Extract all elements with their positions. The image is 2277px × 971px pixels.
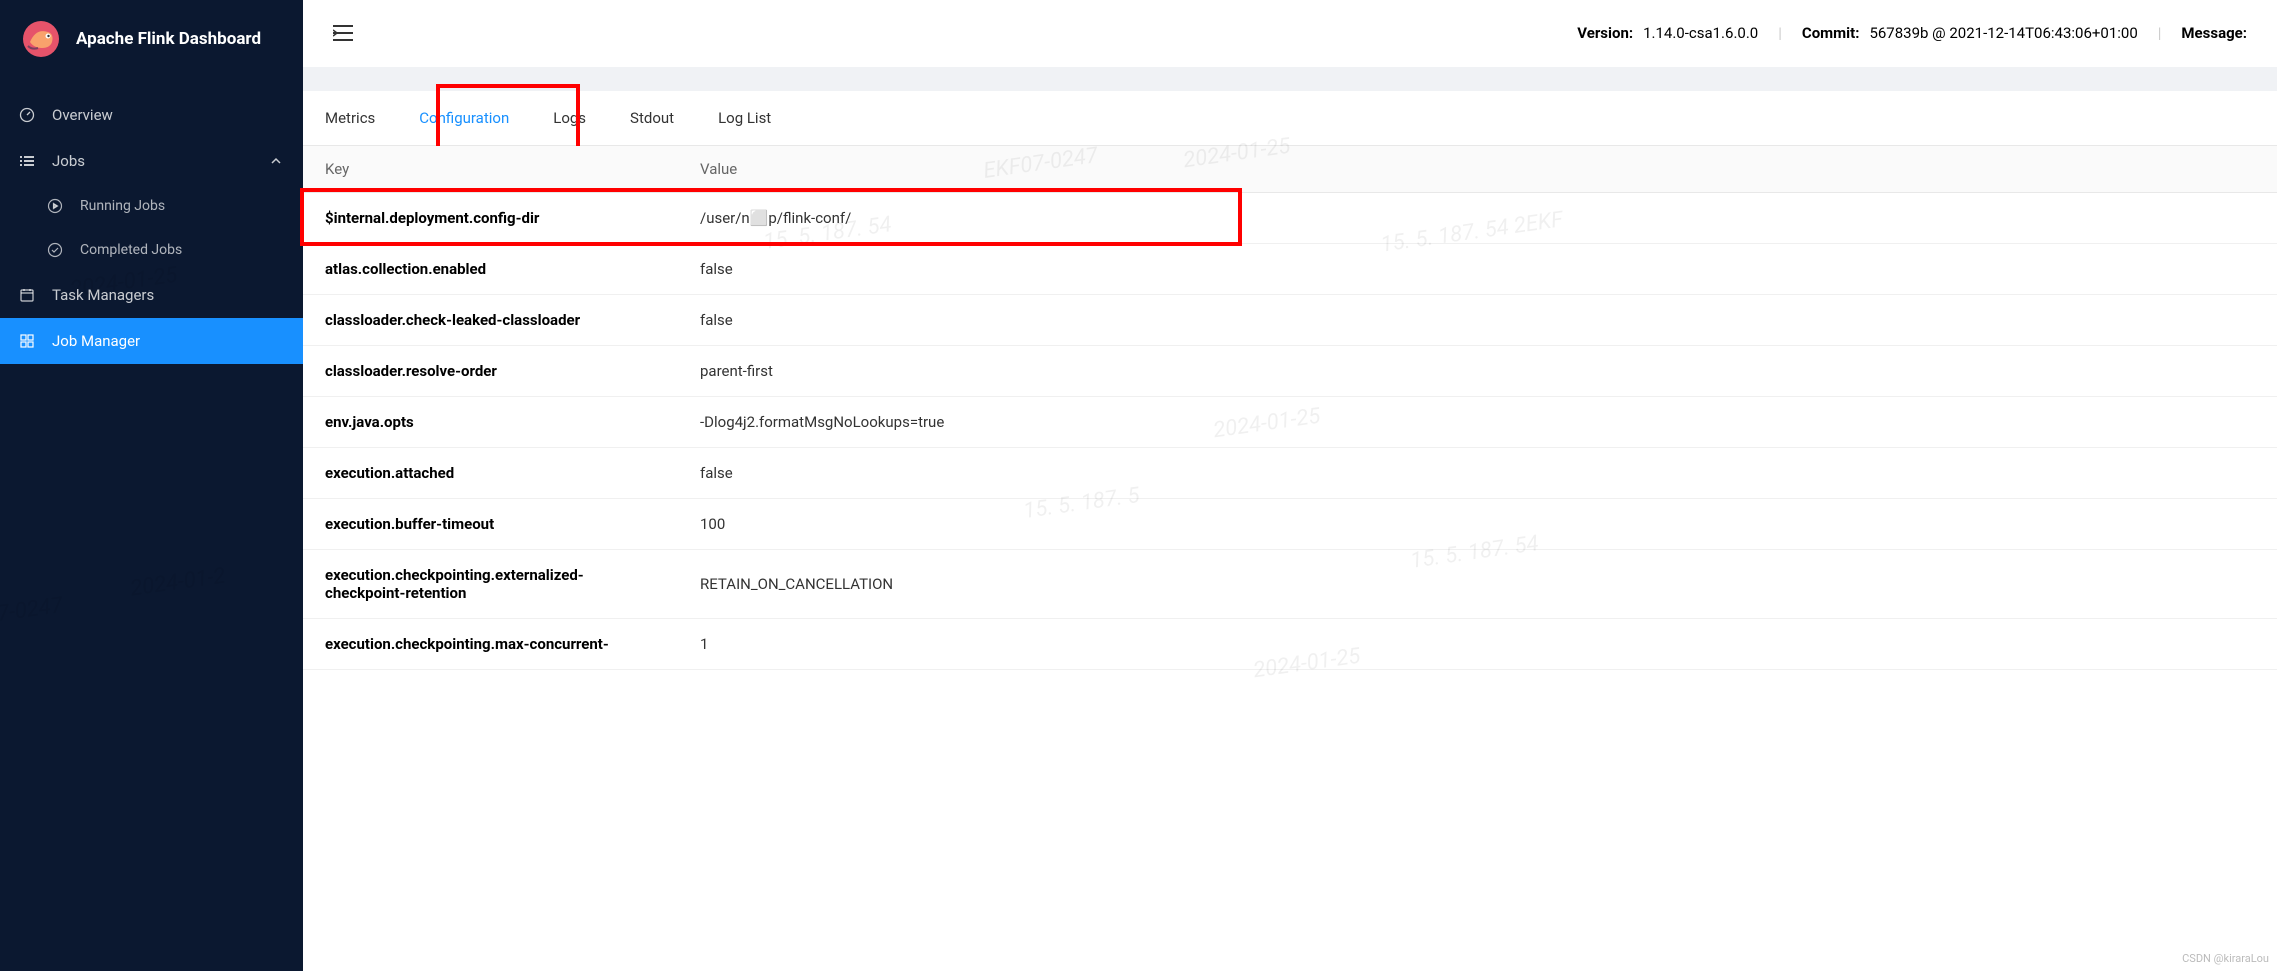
build-icon bbox=[18, 332, 36, 350]
brand-title: Apache Flink Dashboard bbox=[76, 29, 261, 49]
version-value: 1.14.0-csa1.6.0.0 bbox=[1643, 24, 1758, 42]
message-label: Message: bbox=[2181, 24, 2247, 42]
sidebar-item-job-manager[interactable]: Job Manager bbox=[0, 318, 303, 364]
config-key: execution.buffer-timeout bbox=[303, 499, 678, 550]
tabs: Metrics Configuration Logs Stdout Log Li… bbox=[303, 91, 2277, 146]
flink-logo-icon bbox=[20, 18, 62, 60]
sidebar-label: Job Manager bbox=[52, 332, 140, 350]
sidebar-label: Task Managers bbox=[52, 286, 154, 304]
content: Metrics Configuration Logs Stdout Log Li… bbox=[303, 91, 2277, 670]
sidebar-item-overview[interactable]: Overview bbox=[0, 92, 303, 138]
sidebar-label: Running Jobs bbox=[80, 198, 165, 214]
config-value: RETAIN_ON_CANCELLATION bbox=[678, 550, 2277, 619]
commit-value: 567839b @ 2021-12-14T06:43:06+01:00 bbox=[1869, 24, 2137, 42]
table-row: execution.checkpointing.max-concurrent-1 bbox=[303, 619, 2277, 670]
config-key: execution.checkpointing.externalized-che… bbox=[303, 550, 678, 619]
config-key: atlas.collection.enabled bbox=[303, 244, 678, 295]
table-row: atlas.collection.enabledfalse bbox=[303, 244, 2277, 295]
bars-icon bbox=[18, 152, 36, 170]
csdn-watermark: CSDN @kiraraLou bbox=[2182, 952, 2269, 965]
tab-log-list[interactable]: Log List bbox=[696, 91, 793, 145]
tab-metrics[interactable]: Metrics bbox=[303, 91, 397, 145]
config-table-wrap: Key Value $internal.deployment.config-di… bbox=[303, 146, 2277, 670]
chevron-up-icon bbox=[267, 152, 285, 170]
tab-configuration[interactable]: Configuration bbox=[397, 91, 531, 145]
table-row: execution.checkpointing.externalized-che… bbox=[303, 550, 2277, 619]
brand: Apache Flink Dashboard bbox=[0, 0, 303, 84]
sidebar-item-task-managers[interactable]: Task Managers bbox=[0, 272, 303, 318]
config-key: env.java.opts bbox=[303, 397, 678, 448]
config-table: Key Value $internal.deployment.config-di… bbox=[303, 146, 2277, 670]
table-row: classloader.resolve-orderparent-first bbox=[303, 346, 2277, 397]
table-row: execution.buffer-timeout100 bbox=[303, 499, 2277, 550]
separator: | bbox=[1778, 24, 1782, 42]
config-value: false bbox=[678, 244, 2277, 295]
dashboard-icon bbox=[18, 106, 36, 124]
sidebar-item-jobs[interactable]: Jobs bbox=[0, 138, 303, 184]
config-value: false bbox=[678, 448, 2277, 499]
config-key: execution.checkpointing.max-concurrent- bbox=[303, 619, 678, 670]
main: Version: 1.14.0-csa1.6.0.0 | Commit: 567… bbox=[303, 0, 2277, 971]
config-key: execution.attached bbox=[303, 448, 678, 499]
table-row: env.java.opts-Dlog4j2.formatMsgNoLookups… bbox=[303, 397, 2277, 448]
check-circle-icon bbox=[46, 241, 64, 259]
schedule-icon bbox=[18, 286, 36, 304]
separator: | bbox=[2158, 24, 2162, 42]
tab-stdout[interactable]: Stdout bbox=[608, 91, 696, 145]
sidebar-jobs-submenu: Running Jobs Completed Jobs bbox=[0, 184, 303, 272]
col-key: Key bbox=[303, 146, 678, 193]
topbar-info: Version: 1.14.0-csa1.6.0.0 | Commit: 567… bbox=[1577, 24, 2247, 42]
play-circle-icon bbox=[46, 197, 64, 215]
menu-toggle-icon[interactable] bbox=[333, 24, 353, 42]
sidebar-label: Completed Jobs bbox=[80, 242, 182, 258]
config-key: $internal.deployment.config-dir bbox=[303, 193, 678, 244]
nav: Overview Jobs Running Jobs bbox=[0, 84, 303, 364]
config-value: 100 bbox=[678, 499, 2277, 550]
table-row: execution.attachedfalse bbox=[303, 448, 2277, 499]
config-value: /user/n⬜p/flink-conf/ bbox=[678, 193, 2277, 244]
sidebar-label: Jobs bbox=[52, 152, 85, 170]
commit-label: Commit: bbox=[1802, 24, 1860, 42]
sidebar-item-running-jobs[interactable]: Running Jobs bbox=[28, 184, 303, 228]
tab-logs[interactable]: Logs bbox=[531, 91, 608, 145]
config-value: parent-first bbox=[678, 346, 2277, 397]
col-value: Value bbox=[678, 146, 2277, 193]
topbar: Version: 1.14.0-csa1.6.0.0 | Commit: 567… bbox=[303, 0, 2277, 67]
config-value: -Dlog4j2.formatMsgNoLookups=true bbox=[678, 397, 2277, 448]
sidebar-label: Overview bbox=[52, 106, 113, 124]
config-key: classloader.resolve-order bbox=[303, 346, 678, 397]
version-label: Version: bbox=[1577, 24, 1633, 42]
sidebar-item-completed-jobs[interactable]: Completed Jobs bbox=[28, 228, 303, 272]
config-value: false bbox=[678, 295, 2277, 346]
spacer bbox=[303, 67, 2277, 91]
config-key: classloader.check-leaked-classloader bbox=[303, 295, 678, 346]
table-row: classloader.check-leaked-classloaderfals… bbox=[303, 295, 2277, 346]
config-value: 1 bbox=[678, 619, 2277, 670]
sidebar: Apache Flink Dashboard Overview Jobs bbox=[0, 0, 303, 971]
table-row: $internal.deployment.config-dir/user/n⬜p… bbox=[303, 193, 2277, 244]
